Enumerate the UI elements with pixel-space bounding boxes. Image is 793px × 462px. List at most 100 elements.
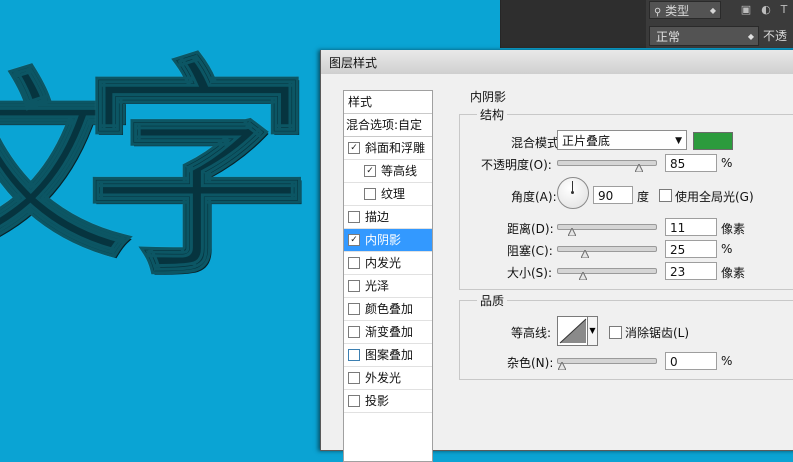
layer-blend-mode-select[interactable]: 正常 ◆ [649,26,759,46]
global-light-checkbox[interactable] [659,189,672,202]
style-item-label: 光泽 [365,279,390,293]
global-light-label: 使用全局光(G) [675,190,754,204]
dialog-titlebar[interactable]: 图层样式 [321,50,793,75]
style-item[interactable]: ✓ 等高线 [344,160,432,183]
style-item[interactable]: 渐变叠加 [344,321,432,344]
checkbox-icon[interactable] [348,256,360,269]
antialias-label: 消除锯齿(L) [625,326,690,340]
layer-filter-select[interactable]: ⚲ 类型 ◆ [649,1,721,19]
noise-unit: % [721,354,733,368]
distance-slider[interactable] [557,224,657,236]
checkbox-icon[interactable] [364,187,376,200]
choke-unit: % [721,242,733,256]
style-item[interactable]: 光泽 [344,275,432,298]
style-item-label: 描边 [365,210,390,224]
antialias-checkbox[interactable] [609,326,622,339]
opacity-input[interactable]: 85 [665,154,717,172]
opacity-label: 不透明度(O): [481,158,552,172]
checkbox-icon[interactable] [348,279,360,292]
style-item[interactable]: ✓ 内阴影 [344,229,432,252]
style-item[interactable]: 颜色叠加 [344,298,432,321]
style-item[interactable]: ✓ 斜面和浮雕 [344,137,432,160]
blend-mode-value: 正片叠底 [562,134,611,148]
noise-label: 杂色(N): [507,356,554,370]
styles-list-header[interactable]: 样式 [344,91,432,114]
checkbox-checked-icon[interactable]: ✓ [364,164,376,177]
style-item-label: 渐变叠加 [365,325,414,339]
dialog-title: 图层样式 [329,56,378,70]
choke-input[interactable]: 25 [665,240,717,258]
opacity-slider[interactable] [557,160,657,172]
inner-shadow-section-title: 内阴影 [467,88,510,105]
style-item-label: 颜色叠加 [365,302,414,316]
style-item-label: 斜面和浮雕 [365,141,426,155]
style-item-label: 内阴影 [365,233,402,247]
checkbox-checked-icon[interactable]: ✓ [348,233,360,246]
layers-panel: ⚲ 类型 ◆ ▣ ◐ T 正常 ◆ 不透 [500,0,793,48]
contour-dropdown-arrow[interactable]: ▼ [587,316,598,346]
contour-label: 等高线: [511,326,552,340]
slider-thumb[interactable] [581,250,589,258]
chevron-icon: ◆ [709,6,716,15]
slider-thumb[interactable] [579,272,587,280]
checkbox-checked-icon[interactable]: ✓ [348,141,360,154]
layer-blend-mode-value: 正常 [656,30,681,44]
style-item-label: 等高线 [381,164,418,178]
style-item[interactable]: 外发光 [344,367,432,390]
chevron-icon: ◆ [747,32,754,41]
dialog-body: 样式 混合选项:自定 ✓ 斜面和浮雕 ✓ 等高线纹理描边 ✓ 内阴影内发光光泽颜色叠加渐变… [321,74,793,462]
style-item[interactable]: 图案叠加 [344,344,432,367]
layer-style-dialog: 图层样式 样式 混合选项:自定 ✓ 斜面和浮雕 ✓ 等高线纹理描边 ✓ 内阴影内发光光泽颜… [320,50,793,462]
structure-title: 结构 [477,106,508,123]
size-input[interactable]: 23 [665,262,717,280]
size-slider[interactable] [557,268,657,280]
checkbox-icon[interactable] [348,325,360,338]
checkbox-icon[interactable] [348,302,360,315]
layer-opacity-label: 不透 [763,29,788,43]
angle-unit: 度 [637,190,650,204]
size-label: 大小(S): [507,266,553,280]
dropdown-arrow-icon: ▼ [675,136,682,146]
slider-thumb[interactable] [558,362,566,370]
checkbox-icon[interactable] [348,210,360,223]
style-item[interactable]: 投影 [344,390,432,413]
distance-unit: 像素 [721,222,746,236]
choke-slider[interactable] [557,246,657,258]
quality-title: 品质 [477,292,508,309]
style-item-label: 外发光 [365,371,402,385]
circle-filter-icon[interactable]: ◐ [759,3,773,17]
type-filter-icon[interactable]: T [777,3,791,17]
distance-input[interactable]: 11 [665,218,717,236]
distance-label: 距离(D): [507,222,554,236]
image-filter-icon[interactable]: ▣ [739,3,753,17]
noise-input[interactable]: 0 [665,352,717,370]
size-unit: 像素 [721,266,746,280]
style-item-label: 图案叠加 [365,348,414,362]
checkbox-icon[interactable] [348,348,360,361]
styles-list: 样式 混合选项:自定 ✓ 斜面和浮雕 ✓ 等高线纹理描边 ✓ 内阴影内发光光泽颜色叠加渐变… [343,90,433,462]
style-item-label: 投影 [365,394,390,408]
slider-thumb[interactable] [568,228,576,236]
contour-curve-icon [559,318,587,344]
noise-slider[interactable] [557,358,657,370]
style-item-label: 纹理 [381,187,406,201]
search-icon: ⚲ [654,7,662,18]
checkbox-icon[interactable] [348,371,360,384]
canvas-glyph-zi: 字 [80,39,313,306]
slider-thumb[interactable] [635,164,643,172]
panel-empty-area [501,0,646,48]
opacity-unit: % [721,156,733,170]
angle-input[interactable]: 90 [593,186,633,204]
style-item[interactable]: 纹理 [344,183,432,206]
blending-options-item[interactable]: 混合选项:自定 [344,114,432,137]
checkbox-icon[interactable] [348,394,360,407]
contour-picker[interactable] [557,316,589,346]
style-item[interactable]: 内发光 [344,252,432,275]
style-item-label: 内发光 [365,256,402,270]
angle-dial[interactable] [557,177,589,209]
shadow-color-swatch[interactable] [693,132,733,150]
style-item[interactable]: 描边 [344,206,432,229]
blend-mode-select[interactable]: 正片叠底 ▼ [557,130,687,150]
layer-filter-label: 类型 [665,4,690,18]
choke-label: 阻塞(C): [507,244,553,258]
